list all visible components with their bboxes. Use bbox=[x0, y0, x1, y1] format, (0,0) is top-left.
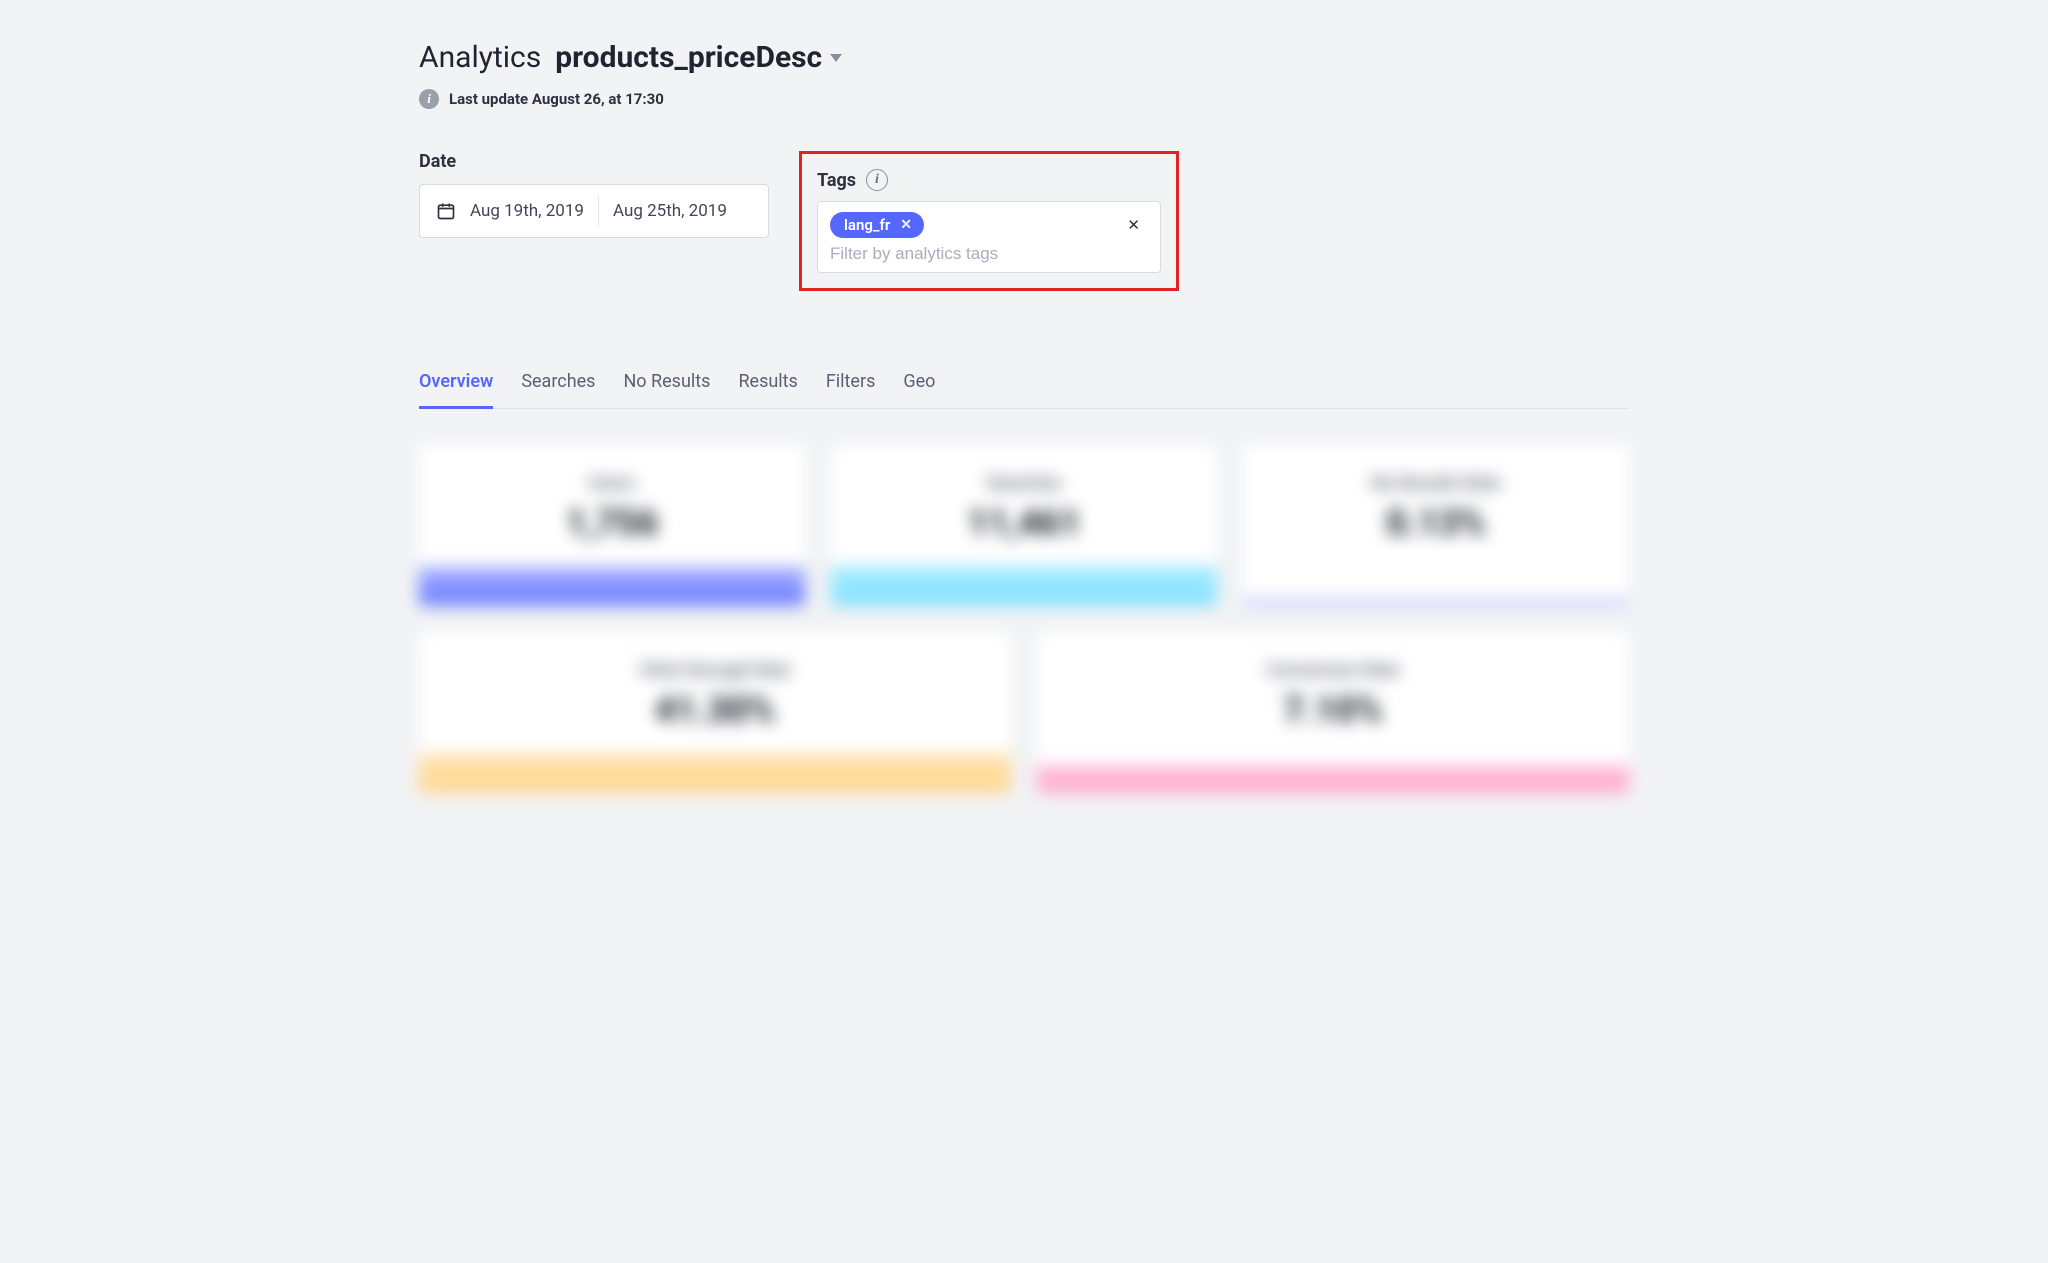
clear-tags-icon[interactable]: ✕ bbox=[1127, 216, 1140, 234]
tab-searches[interactable]: Searches bbox=[521, 371, 595, 409]
calendar-icon bbox=[436, 201, 456, 221]
metric-value: 7.10% bbox=[1283, 689, 1383, 731]
metric-card[interactable]: Conversion Rate 7.10% bbox=[1037, 632, 1629, 793]
date-separator bbox=[598, 196, 599, 226]
metric-value: 11,461 bbox=[967, 502, 1080, 544]
index-selector[interactable]: products_priceDesc bbox=[555, 40, 842, 75]
last-update-text: Last update August 26, at 17:30 bbox=[449, 90, 664, 108]
metric-card[interactable]: Users 1,756 bbox=[419, 445, 805, 606]
info-icon[interactable]: i bbox=[866, 169, 888, 191]
metric-title: Searches bbox=[986, 473, 1061, 494]
date-range-picker[interactable]: Aug 19th, 2019 Aug 25th, 2019 bbox=[419, 184, 769, 238]
metrics-row-2: Click-through Rate 41.30% Conversion Rate 7… bbox=[419, 632, 1629, 793]
metric-card[interactable]: Searches 11,461 bbox=[831, 445, 1217, 606]
sparkline bbox=[419, 566, 805, 606]
metric-card[interactable]: No Results Rate 0.13% bbox=[1243, 445, 1629, 606]
metric-title: Click-through Rate bbox=[640, 660, 791, 681]
caret-down-icon bbox=[830, 54, 842, 62]
date-label: Date bbox=[419, 151, 769, 172]
tab-filters[interactable]: Filters bbox=[826, 371, 876, 409]
date-to: Aug 25th, 2019 bbox=[613, 201, 727, 221]
tabs: Overview Searches No Results Results Filters… bbox=[419, 371, 1629, 409]
tags-label: Tags bbox=[817, 170, 856, 191]
metric-title: No Results Rate bbox=[1371, 473, 1500, 494]
page-title: Analytics bbox=[419, 40, 541, 75]
date-from: Aug 19th, 2019 bbox=[470, 201, 584, 221]
metric-card[interactable]: Click-through Rate 41.30% bbox=[419, 632, 1011, 793]
sparkline bbox=[1037, 765, 1629, 793]
tags-filter-highlight: Tags i lang_fr ✕ ✕ bbox=[799, 151, 1179, 291]
metrics-row-1: Users 1,756 Searches 11,461 No Results Rate 0… bbox=[419, 445, 1629, 606]
tab-geo[interactable]: Geo bbox=[903, 371, 935, 409]
metric-value: 1,756 bbox=[566, 502, 658, 544]
metric-title: Conversion Rate bbox=[1267, 660, 1400, 681]
tags-filter-box[interactable]: lang_fr ✕ ✕ bbox=[817, 201, 1161, 273]
tab-no-results[interactable]: No Results bbox=[623, 371, 710, 409]
info-icon: i bbox=[419, 89, 439, 109]
metric-title: Users bbox=[589, 473, 636, 494]
index-name: products_priceDesc bbox=[555, 40, 822, 75]
sparkline bbox=[419, 753, 1011, 793]
metric-value: 41.30% bbox=[655, 689, 775, 731]
tab-results[interactable]: Results bbox=[738, 371, 797, 409]
sparkline bbox=[831, 566, 1217, 606]
tab-overview[interactable]: Overview bbox=[419, 371, 493, 409]
tags-input[interactable] bbox=[830, 244, 1148, 264]
tag-chip: lang_fr ✕ bbox=[830, 212, 924, 238]
sparkline bbox=[1243, 598, 1629, 606]
metric-value: 0.13% bbox=[1386, 502, 1486, 544]
remove-tag-icon[interactable]: ✕ bbox=[900, 217, 912, 233]
tag-chip-label: lang_fr bbox=[844, 216, 890, 234]
